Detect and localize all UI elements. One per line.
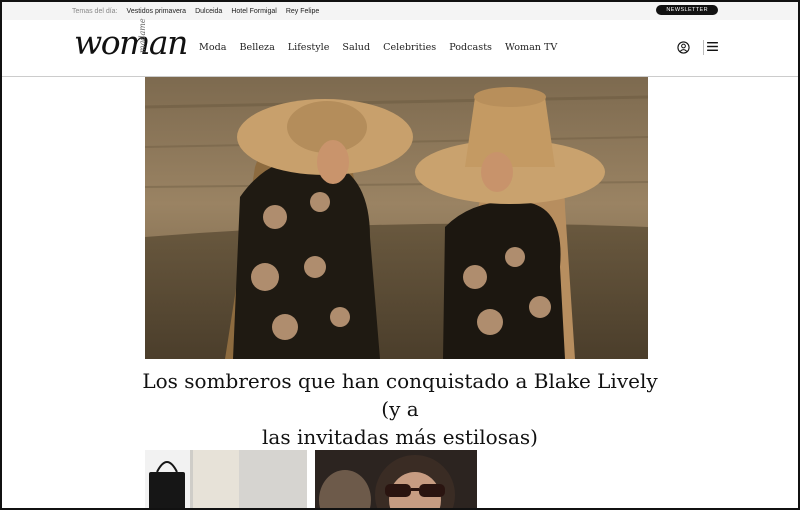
logo-subtitle: madame bbox=[138, 18, 147, 53]
nav-item-podcasts[interactable]: Podcasts bbox=[449, 42, 492, 53]
newsletter-button[interactable]: NEWSLETTER bbox=[656, 5, 718, 15]
topic-link[interactable]: Rey Felipe bbox=[286, 8, 319, 15]
nav-item-belleza[interactable]: Belleza bbox=[239, 42, 274, 53]
thumbnail-image bbox=[315, 450, 477, 510]
topic-link[interactable]: Dulceida bbox=[195, 8, 222, 15]
hero-image[interactable] bbox=[145, 77, 648, 359]
topics-label: Temas del día: bbox=[72, 7, 118, 15]
nav-item-moda[interactable]: Moda bbox=[199, 42, 226, 53]
user-icon[interactable] bbox=[677, 41, 690, 54]
logo-wordmark: woman bbox=[74, 23, 188, 62]
site-logo[interactable]: woman madame bbox=[74, 18, 192, 69]
topic-link[interactable]: Vestidos primavera bbox=[127, 8, 187, 15]
article-title[interactable]: Los sombreros que han conquistado a Blak… bbox=[140, 367, 660, 451]
site-header: woman madame Moda Belleza Lifestyle Salu… bbox=[2, 18, 798, 77]
article-title-line: las invitadas más estilosas) bbox=[262, 425, 538, 449]
topic-link[interactable]: Hotel Formigal bbox=[231, 8, 277, 15]
article-thumbnail[interactable] bbox=[315, 450, 477, 510]
hero-illustration bbox=[145, 77, 648, 359]
menu-icon[interactable] bbox=[707, 42, 718, 51]
article-thumbnail[interactable] bbox=[145, 450, 307, 510]
article-title-line: Los sombreros que han conquistado a Blak… bbox=[142, 369, 658, 421]
topics-bar: Temas del día: Vestidos primavera Dulcei… bbox=[2, 2, 798, 21]
nav-item-woman-tv[interactable]: Woman TV bbox=[505, 42, 557, 53]
nav-item-salud[interactable]: Salud bbox=[342, 42, 370, 53]
header-divider bbox=[703, 40, 704, 55]
main-nav: Moda Belleza Lifestyle Salud Celebrities… bbox=[199, 42, 570, 53]
nav-item-celebrities[interactable]: Celebrities bbox=[383, 42, 436, 53]
thumbnail-image bbox=[145, 450, 307, 510]
nav-item-lifestyle[interactable]: Lifestyle bbox=[288, 42, 330, 53]
